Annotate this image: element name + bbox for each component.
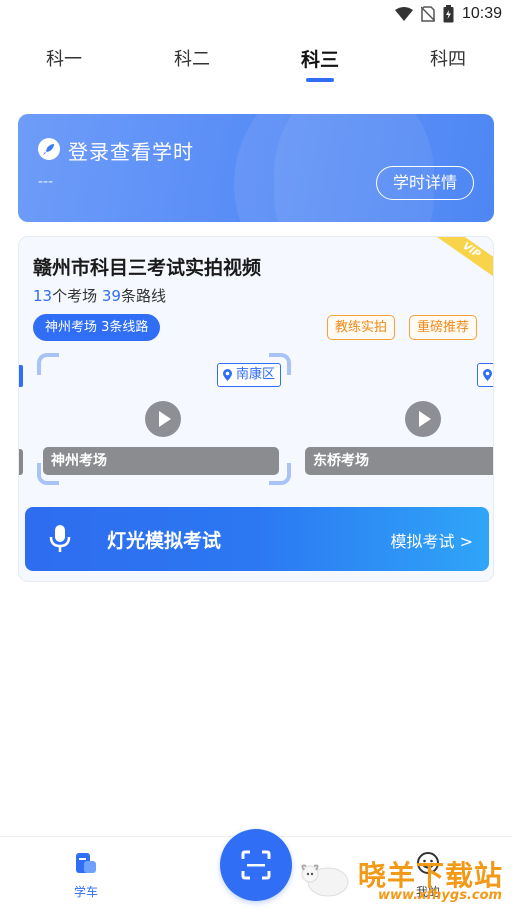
battery-icon xyxy=(443,5,454,23)
district-label: 南康区 xyxy=(236,367,276,382)
venues-count: 13 xyxy=(33,287,53,305)
venue-label: 东桥考场 xyxy=(305,447,493,475)
sheep-logo-icon xyxy=(301,864,349,897)
microphone-icon xyxy=(49,525,71,552)
banner-title[interactable]: 登录查看学时 xyxy=(68,136,194,165)
venues-label: 个考场 xyxy=(52,287,98,305)
venue-routes-pill[interactable]: 神州考场 3条线路 xyxy=(33,314,161,341)
location-pin-icon xyxy=(223,369,232,381)
routes-count: 39 xyxy=(101,287,121,305)
venue-label: 神州考场 xyxy=(43,447,279,475)
play-icon[interactable] xyxy=(405,401,441,437)
prev-video-peek xyxy=(19,365,23,387)
scan-button[interactable] xyxy=(220,829,292,901)
video-carousel[interactable]: 南康区 神州考场 东桥考场 xyxy=(19,349,493,489)
video-item[interactable]: 南康区 神州考场 xyxy=(37,349,291,489)
prev-video-peek xyxy=(19,449,23,475)
nav-label-learn: 学车 xyxy=(73,885,98,899)
banner-subtitle: --- xyxy=(38,174,54,190)
exam-video-card: VIP 赣州市科目三考试实拍视频 13个考场 39条路线 神州考场 3条线路 教… xyxy=(18,236,494,582)
active-tab-indicator xyxy=(306,78,334,82)
no-sim-icon xyxy=(420,6,435,22)
card-title[interactable]: 赣州市科目三考试实拍视频 xyxy=(33,253,261,280)
district-badge: 南康区 xyxy=(217,363,282,387)
card-stats: 13个考场 39条路线 xyxy=(33,285,166,306)
play-icon[interactable] xyxy=(145,401,181,437)
rocket-icon xyxy=(38,138,60,160)
tab-subject-3[interactable]: 科三 xyxy=(280,44,360,82)
clock: 10:39 xyxy=(461,5,502,22)
light-simulation-exam-bar[interactable]: 灯光模拟考试 模拟考试 > xyxy=(25,507,489,571)
video-item[interactable]: 东桥考场 xyxy=(297,349,493,489)
tag-featured: 重磅推荐 xyxy=(409,315,478,340)
tag-coach-filmed: 教练实拍 xyxy=(327,315,396,340)
routes-label: 条路线 xyxy=(120,287,166,305)
watermark-url: www.xfhygs.com xyxy=(378,888,503,903)
mock-exam-link[interactable]: 模拟考试 > xyxy=(391,528,474,552)
site-watermark: 晓羊下载站 www.xfhygs.com xyxy=(296,852,512,908)
tab-subject-4[interactable]: 科四 xyxy=(408,44,488,76)
district-badge xyxy=(477,363,493,387)
frame-corner xyxy=(37,353,59,375)
tab-subject-2[interactable]: 科二 xyxy=(152,44,232,76)
location-pin-icon xyxy=(483,369,492,381)
car-learn-icon xyxy=(76,853,96,873)
nav-item-learn[interactable]: 学车 xyxy=(56,851,116,900)
status-bar: 10:39 xyxy=(0,0,512,30)
subject-tabs: 科一 科二 科三 科四 xyxy=(0,44,512,84)
tab-subject-3-label: 科三 xyxy=(300,49,339,71)
wifi-icon xyxy=(394,7,413,21)
login-banner[interactable]: 登录查看学时 --- 学时详情 xyxy=(18,114,494,222)
study-hours-detail-button[interactable]: 学时详情 xyxy=(376,166,474,200)
tab-subject-1[interactable]: 科一 xyxy=(24,44,104,76)
action-title: 灯光模拟考试 xyxy=(107,530,222,552)
vip-ribbon: VIP xyxy=(433,237,493,281)
scan-icon xyxy=(241,850,271,880)
